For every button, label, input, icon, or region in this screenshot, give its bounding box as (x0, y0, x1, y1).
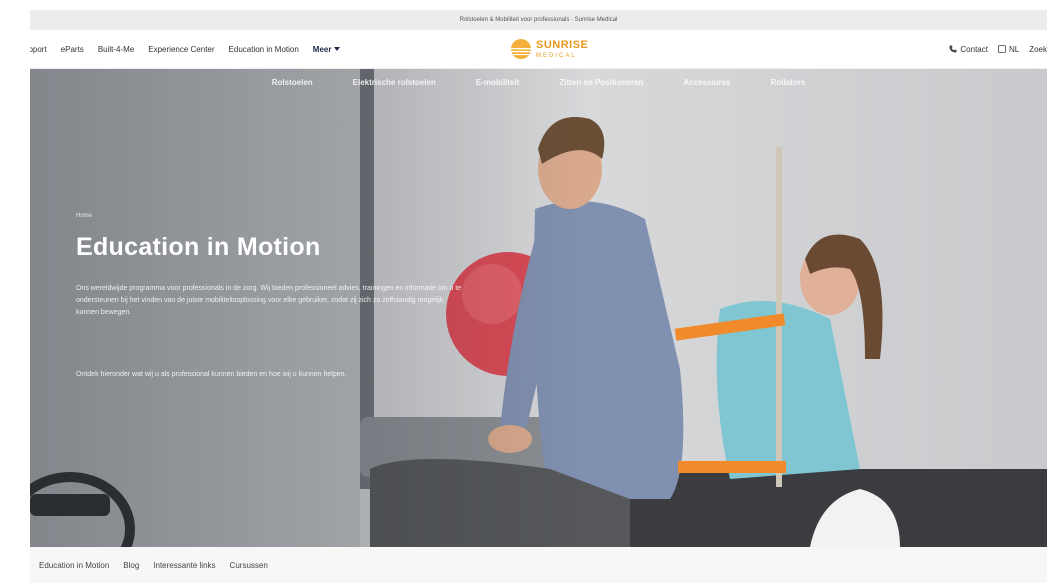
nav-right-utilities: Contact NL Zoek (949, 30, 1047, 68)
tab-education-in-motion[interactable]: Education in Motion (39, 561, 109, 570)
chevron-down-icon (334, 47, 341, 51)
tab-interessante-links[interactable]: Interessante links (153, 561, 215, 570)
phone-icon (949, 45, 957, 53)
nav-link-education-in-motion[interactable]: Education in Motion (229, 45, 299, 54)
search-link[interactable]: Zoek (1029, 45, 1047, 54)
nav-link-eparts[interactable]: eParts (61, 45, 84, 54)
nav-link-built-4-me[interactable]: Built-4-Me (98, 45, 134, 54)
tab-cursussen[interactable]: Cursussen (230, 561, 268, 570)
nav-link-support[interactable]: upport (30, 45, 47, 54)
category-e-mobiliteit[interactable]: E-mobiliteit (476, 78, 520, 87)
search-label: Zoek (1029, 44, 1047, 54)
globe-icon (998, 45, 1006, 53)
category-elektrische-rolstoelen[interactable]: Elektrische rolstoelen (353, 78, 436, 87)
sun-logo-icon (511, 39, 531, 59)
main-nav: upport eParts Built-4-Me Experience Cent… (30, 30, 1047, 69)
page-title: Education in Motion (76, 233, 321, 261)
nav-left-links: upport eParts Built-4-Me Experience Cent… (30, 30, 341, 68)
category-accessoires[interactable]: Accessoires (683, 78, 730, 87)
nav-more-label: Meer (312, 44, 332, 54)
section-tabs: Education in Motion Blog Interessante li… (30, 547, 1047, 583)
category-rollators[interactable]: Rollators (771, 78, 806, 87)
sunrise-medical-logo[interactable]: SUNRISE MEDICAL (510, 36, 620, 62)
tab-blog[interactable]: Blog (123, 561, 139, 570)
category-zitten-positioneren[interactable]: Zitten en Positioneren (559, 78, 643, 87)
hero-banner: Rolstoelen Elektrische rolstoelen E-mobi… (30, 69, 1047, 547)
breadcrumb-home[interactable]: Home (76, 213, 92, 219)
category-rolstoelen[interactable]: Rolstoelen (272, 78, 313, 87)
language-label: NL (1008, 44, 1020, 54)
announcement-text: Rolstoelen & Mobiliteit voor professiona… (459, 17, 618, 23)
hero-secondary-text: Ontdek hieronder wat wij u als professio… (76, 371, 347, 378)
language-selector[interactable]: NL (998, 45, 1019, 54)
contact-link[interactable]: Contact (949, 45, 988, 54)
hero-intro-text: Ons wereldwijde programma voor professio… (76, 285, 462, 316)
nav-more-dropdown[interactable]: Meer (313, 45, 341, 54)
browser-page: Rolstoelen & Mobiliteit voor professiona… (30, 10, 1047, 583)
announcement-bar: Rolstoelen & Mobiliteit voor professiona… (30, 10, 1047, 30)
category-nav: Rolstoelen Elektrische rolstoelen E-mobi… (30, 69, 1047, 95)
logo-name: SUNRISE (536, 38, 589, 51)
nav-link-experience-center[interactable]: Experience Center (148, 45, 214, 54)
contact-label: Contact (960, 44, 988, 54)
logo-subtitle: MEDICAL (536, 52, 577, 59)
